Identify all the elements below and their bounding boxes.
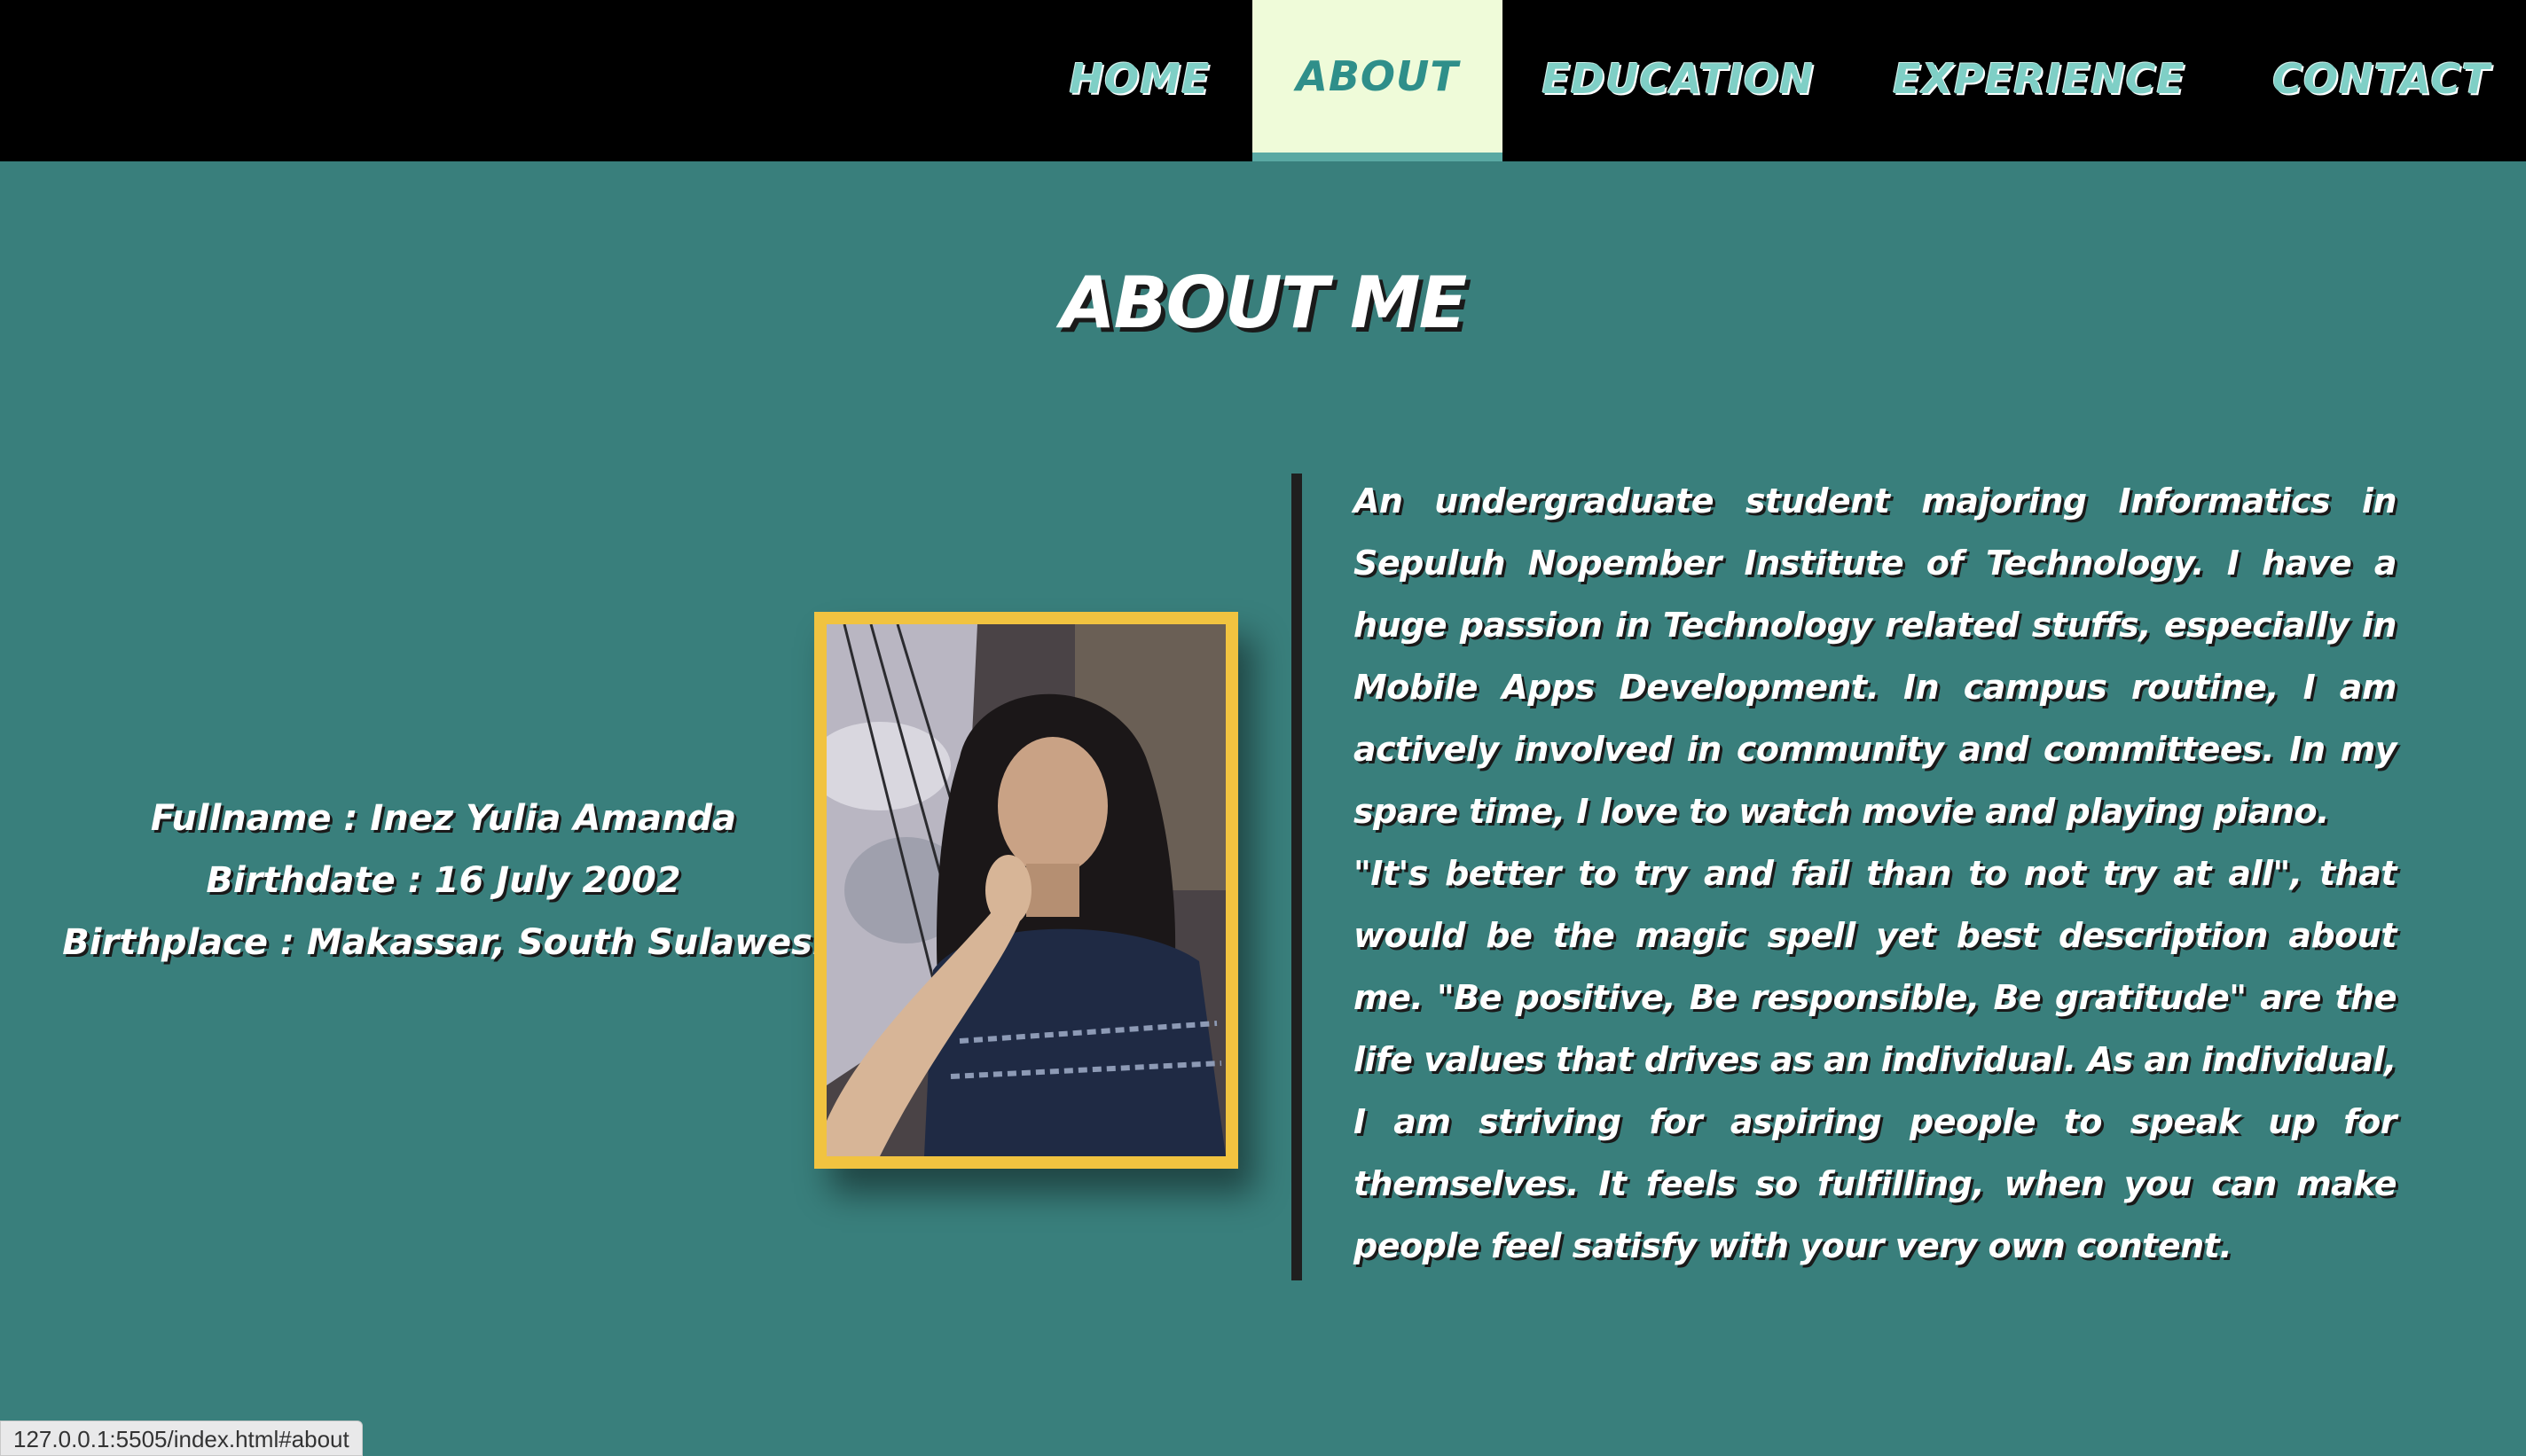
nav-experience-label: EXPERIENCE (1893, 55, 2185, 103)
nav-experience[interactable]: EXPERIENCE (1892, 0, 2186, 161)
page: HOME ABOUT EDUCATION EXPERIENCE CONTACT … (0, 0, 2526, 1456)
navbar: HOME ABOUT EDUCATION EXPERIENCE CONTACT (0, 0, 2526, 161)
nav-contact[interactable]: CONTACT (2262, 0, 2501, 161)
bio-paragraph-1: An undergraduate student majoring Inform… (1353, 481, 2397, 831)
bio-text: An undergraduate student majoring Inform… (1353, 470, 2397, 1277)
about-title: ABOUT ME (1060, 262, 1468, 344)
nav-about[interactable]: ABOUT (1252, 0, 1502, 161)
browser-status-url: 127.0.0.1:5505/index.html#about (0, 1421, 363, 1456)
personal-info: Fullname : Inez Yulia Amanda Birthdate :… (53, 787, 834, 974)
vertical-divider (1291, 474, 1302, 1280)
nav-home-label: HOME (1069, 55, 1211, 103)
profile-photo-image (827, 624, 1226, 1156)
nav-about-label: ABOUT (1296, 52, 1459, 100)
birthplace-text: Birthplace : Makassar, South Sulawesi (62, 922, 825, 963)
bio-paragraph-2: "It's better to try and fail than to not… (1353, 854, 2397, 1265)
birthdate-text: Birthdate : 16 July 2002 (206, 860, 681, 901)
nav-education[interactable]: EDUCATION (1539, 0, 1817, 161)
fullname-text: Fullname : Inez Yulia Amanda (150, 798, 737, 839)
nav-contact-label: CONTACT (2272, 55, 2491, 103)
nav-education-label: EDUCATION (1541, 55, 1815, 103)
nav-home[interactable]: HOME (1054, 0, 1226, 161)
profile-photo-frame (814, 612, 1238, 1169)
profile-photo (827, 624, 1226, 1156)
